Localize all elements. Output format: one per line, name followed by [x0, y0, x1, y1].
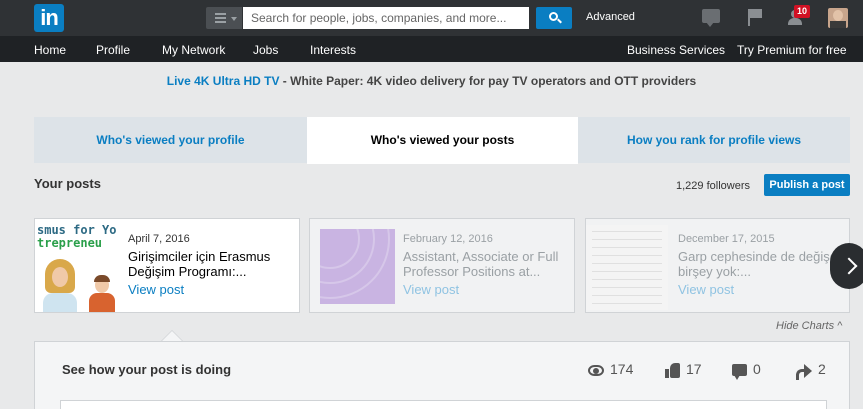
views-stat: 174 [588, 361, 633, 377]
post-title: Garp cephesinde de değişen birşey yok:..… [678, 249, 845, 279]
search-input[interactable] [243, 7, 529, 29]
advanced-search-link[interactable]: Advanced [586, 11, 635, 23]
notification-badge[interactable]: 10 [794, 5, 810, 18]
analytics-tabs: Who's viewed your profile Who's viewed y… [34, 117, 850, 164]
thumbs-up-icon [665, 362, 680, 378]
avatar[interactable] [828, 8, 848, 28]
thumbnail-text: trepreneu [37, 236, 103, 250]
search-button[interactable] [536, 7, 572, 29]
chevron-down-icon [231, 17, 237, 21]
top-bar: in Advanced 10 [0, 0, 863, 36]
post-title: Girişimciler için Erasmus Değişim Progra… [128, 249, 271, 279]
post-thumbnail [320, 229, 395, 304]
hide-charts-toggle[interactable]: Hide Charts ^ [776, 320, 842, 332]
followers-count: 1,229 followers [676, 180, 750, 192]
post-stats-panel: See how your post is doing 174 17 0 2 [34, 341, 850, 409]
flag-icon[interactable] [748, 9, 762, 26]
post-thumbnail [586, 225, 668, 310]
shares-stat: 2 [796, 361, 826, 380]
tab-whos-viewed-posts[interactable]: Who's viewed your posts [307, 117, 578, 164]
next-posts-button[interactable] [830, 243, 863, 289]
messages-icon[interactable] [702, 9, 720, 27]
post-date: December 17, 2015 [678, 233, 775, 245]
post-thumbnail: smus for Yo trepreneu [35, 219, 119, 312]
main-nav: Home Profile My Network Jobs Interests B… [0, 36, 863, 62]
panel-title: See how your post is doing [62, 362, 232, 377]
post-date: April 7, 2016 [128, 233, 190, 245]
nav-home[interactable]: Home [34, 43, 66, 57]
eye-icon [588, 364, 604, 376]
likes-stat: 17 [665, 361, 702, 378]
tab-profile-rank[interactable]: How you rank for profile views [578, 117, 850, 163]
thumbnail-text: smus for Yo [37, 223, 117, 237]
nav-interests[interactable]: Interests [310, 43, 356, 57]
comment-icon [732, 364, 747, 381]
view-post-link[interactable]: View post [128, 282, 298, 297]
nav-business-services[interactable]: Business Services [627, 43, 725, 57]
section-title: Your posts [34, 176, 101, 191]
comments-count: 0 [753, 361, 761, 377]
linkedin-logo[interactable]: in [34, 4, 64, 32]
search-type-dropdown[interactable] [206, 7, 242, 29]
nav-my-network[interactable]: My Network [162, 43, 225, 57]
post-date: February 12, 2016 [403, 233, 493, 245]
ad-banner: Live 4K Ultra HD TV - White Paper: 4K vi… [0, 74, 863, 88]
likes-count: 17 [686, 361, 702, 377]
comments-stat: 0 [732, 361, 761, 381]
post-title: Assistant, Associate or Full Professor P… [403, 249, 559, 279]
share-icon [796, 363, 812, 380]
post-card[interactable]: December 17, 2015 Garp cephesinde de değ… [585, 218, 850, 313]
views-count: 174 [610, 361, 634, 377]
nav-try-premium[interactable]: Try Premium for free [737, 43, 847, 57]
post-card[interactable]: February 12, 2016 Assistant, Associate o… [309, 218, 575, 313]
post-card[interactable]: smus for Yo trepreneu April 7, 2016 Giri… [34, 218, 300, 313]
publish-post-button[interactable]: Publish a post [764, 174, 850, 196]
stats-chart-area [60, 400, 827, 409]
shares-count: 2 [818, 361, 826, 377]
ad-link[interactable]: Live 4K Ultra HD TV [167, 74, 280, 88]
view-post-link[interactable]: View post [678, 282, 848, 297]
nav-profile[interactable]: Profile [96, 43, 130, 57]
tab-whos-viewed-profile[interactable]: Who's viewed your profile [34, 117, 307, 163]
view-post-link[interactable]: View post [403, 282, 573, 297]
list-icon [215, 13, 226, 23]
ad-text[interactable]: - White Paper: 4K video delivery for pay… [279, 74, 696, 88]
nav-jobs[interactable]: Jobs [253, 43, 278, 57]
